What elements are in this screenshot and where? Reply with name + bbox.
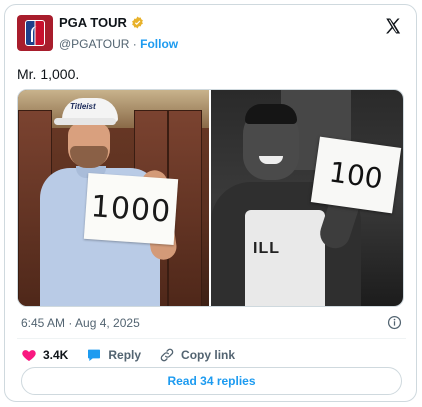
read-replies-button[interactable]: Read 34 replies bbox=[21, 367, 402, 395]
player-jersey bbox=[245, 210, 325, 306]
author-display-name[interactable]: PGA TOUR bbox=[59, 15, 127, 30]
reply-label: Reply bbox=[108, 348, 142, 362]
like-button[interactable]: 3.4K bbox=[21, 347, 68, 363]
photo-basketball-player[interactable]: ILL 100 bbox=[211, 90, 403, 306]
tweet-text: Mr. 1,000. bbox=[17, 66, 80, 82]
info-icon[interactable] bbox=[387, 315, 402, 330]
handle-separator: · bbox=[132, 37, 137, 51]
tweet-timestamp[interactable]: 6:45 AM · Aug 4, 2025 bbox=[21, 316, 140, 330]
sign-100-text: 100 bbox=[327, 154, 385, 196]
jersey-text: ILL bbox=[253, 240, 280, 257]
cap-brand-text: Titleist bbox=[70, 102, 96, 111]
verified-badge-icon bbox=[132, 16, 143, 29]
photo-golfer[interactable]: Titleist 1000 bbox=[18, 90, 209, 306]
reply-bubble-icon bbox=[88, 349, 101, 361]
reply-button[interactable]: Reply bbox=[86, 347, 141, 363]
avatar[interactable] bbox=[17, 15, 53, 51]
sign-100: 100 bbox=[310, 136, 402, 214]
tweet-media[interactable]: Titleist 1000 ILL 100 bbox=[17, 89, 404, 307]
sign-1000-text: 1000 bbox=[89, 188, 173, 230]
heart-icon bbox=[22, 350, 36, 361]
action-bar: 3.4K Reply Copy link bbox=[21, 347, 235, 363]
follow-button[interactable]: Follow bbox=[140, 37, 178, 51]
tweet-card: PGA TOUR @PGATOUR · Follow Mr. 1,000. Ti… bbox=[4, 4, 417, 402]
author-handle-row: @PGATOUR · Follow bbox=[59, 37, 178, 51]
sign-1000: 1000 bbox=[83, 172, 179, 246]
x-logo-icon[interactable] bbox=[384, 17, 402, 35]
like-count: 3.4K bbox=[43, 348, 69, 362]
divider bbox=[17, 338, 406, 339]
author-handle[interactable]: @PGATOUR bbox=[59, 37, 129, 51]
link-icon bbox=[160, 348, 174, 362]
copy-link-button[interactable]: Copy link bbox=[159, 347, 235, 363]
pga-tour-logo-icon bbox=[25, 20, 45, 46]
author-name-row: PGA TOUR bbox=[59, 15, 144, 30]
copy-link-label: Copy link bbox=[181, 348, 236, 362]
